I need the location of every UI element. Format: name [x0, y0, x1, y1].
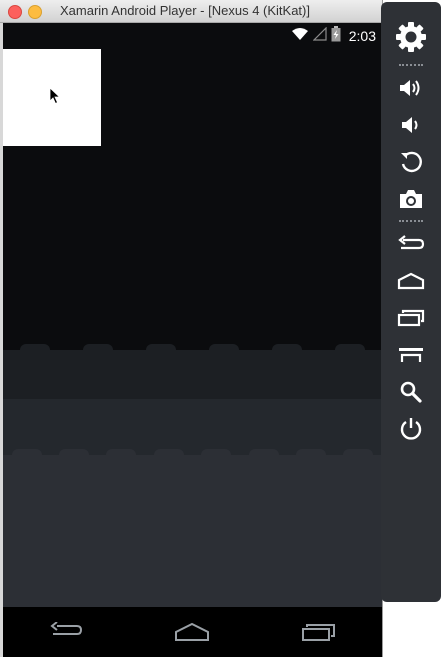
background-layer	[3, 449, 382, 607]
screenshot-button[interactable]	[391, 184, 431, 214]
nav-recent-apps-button[interactable]	[299, 617, 339, 647]
toolbar-separator	[399, 220, 423, 222]
volume-down-icon	[402, 117, 418, 133]
signal-icon	[312, 26, 327, 46]
toolbar-separator	[399, 64, 423, 66]
search-icon	[400, 381, 422, 403]
nav-home-button[interactable]	[172, 617, 212, 647]
power-button[interactable]	[391, 414, 431, 444]
device-screen[interactable]: 2:03	[3, 23, 382, 657]
status-clock: 2:03	[348, 28, 376, 44]
camera-icon	[400, 190, 422, 208]
nav-back-button[interactable]	[46, 617, 86, 647]
recent-apps-icon	[301, 624, 335, 641]
power-icon	[400, 418, 422, 440]
menu-icon	[399, 348, 423, 362]
back-icon	[50, 622, 83, 635]
settings-button[interactable]	[391, 22, 431, 52]
toolbar-home-button[interactable]	[391, 266, 431, 296]
mouse-cursor-icon	[49, 87, 61, 110]
background-layer	[3, 344, 382, 406]
toolbar-back-button[interactable]	[391, 229, 431, 259]
title-bar[interactable]: Xamarin Android Player - [Nexus 4 (KitKa…	[0, 0, 382, 23]
battery-charging-icon	[331, 25, 341, 47]
home-icon	[175, 622, 210, 641]
back-icon	[398, 235, 425, 250]
home-icon	[397, 272, 425, 290]
toolbar-search-button[interactable]	[391, 377, 431, 407]
gear-icon	[396, 22, 426, 52]
minimize-window-button[interactable]	[28, 5, 42, 19]
wifi-icon	[291, 27, 309, 46]
volume-down-button[interactable]	[391, 110, 431, 140]
toolbar-menu-button[interactable]	[391, 340, 431, 370]
rotate-button[interactable]	[391, 147, 431, 177]
toolbar-recent-apps-button[interactable]	[391, 303, 431, 333]
emulator-window: Xamarin Android Player - [Nexus 4 (KitKa…	[0, 0, 383, 657]
status-bar: 2:03	[3, 23, 382, 49]
volume-up-icon	[400, 80, 420, 96]
navigation-bar	[3, 607, 382, 657]
close-window-button[interactable]	[8, 5, 22, 19]
window-title: Xamarin Android Player - [Nexus 4 (KitKa…	[60, 3, 310, 18]
volume-up-button[interactable]	[391, 73, 431, 103]
rotate-icon	[401, 151, 422, 173]
emulator-toolbar	[381, 2, 441, 602]
recent-apps-icon	[397, 309, 425, 327]
